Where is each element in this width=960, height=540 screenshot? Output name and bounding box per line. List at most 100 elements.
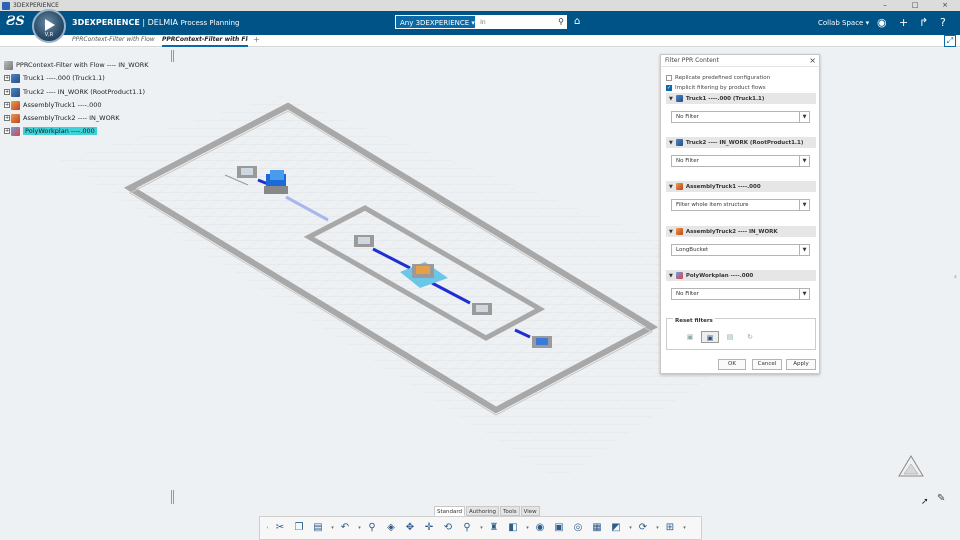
paste-icon[interactable]: ▤ xyxy=(311,521,325,535)
product-icon xyxy=(675,95,683,102)
expand-toggle[interactable]: + xyxy=(4,102,10,108)
chevron-down-icon[interactable]: ▾ xyxy=(357,521,362,535)
section-truck1[interactable]: ▼ Truck1 ----.000 (Truck1.1) xyxy=(666,93,816,104)
undo-icon[interactable]: ↶ xyxy=(338,521,352,535)
user-icon[interactable]: ◉ xyxy=(877,16,887,29)
layout-icon[interactable]: ◩ xyxy=(609,521,623,535)
search-input[interactable] xyxy=(476,15,556,29)
fit-all-icon[interactable]: ◈ xyxy=(384,521,398,535)
window-title: 3DEXPERIENCE xyxy=(13,2,59,9)
chevron-down-icon[interactable]: ▾ xyxy=(330,521,335,535)
section-tab-authoring[interactable]: Authoring xyxy=(466,506,500,516)
panel-splitter-top[interactable] xyxy=(171,50,174,62)
ds-logo-icon[interactable]: ƧS xyxy=(6,14,26,32)
cut-icon[interactable]: ✂ xyxy=(273,521,287,535)
search-icon[interactable]: ⚲ xyxy=(555,15,567,29)
filter-select-polyworkplan[interactable]: No Filter ▼ xyxy=(671,288,810,300)
filter-select-assemblytruck1[interactable]: Filter whole item structure ▼ xyxy=(671,199,810,211)
app-header: ƧS V,R 3DEXPERIENCE | DELMIA Process Pla… xyxy=(0,9,960,43)
chevron-down-icon[interactable]: ▾ xyxy=(655,521,660,535)
tree-item-assemblytruck2[interactable]: + AssemblyTruck2 ---- IN_WORK xyxy=(4,113,119,123)
add-tab-icon[interactable]: + xyxy=(253,35,260,44)
section-assemblytruck2[interactable]: ▼ AssemblyTruck2 ---- IN_WORK xyxy=(666,226,816,237)
reset-product-icon[interactable]: ▣ xyxy=(681,331,699,343)
filter-select-truck1[interactable]: No Filter ▼ xyxy=(671,111,810,123)
globe-icon[interactable]: ◉ xyxy=(533,521,547,535)
close-window-button[interactable]: × xyxy=(930,0,960,11)
tree-item-polyworkplan[interactable]: + PolyWorkplan ----.000 xyxy=(4,126,97,136)
filter-select-truck2[interactable]: No Filter ▼ xyxy=(671,155,810,167)
rotate-icon[interactable]: ⟲ xyxy=(441,521,455,535)
chevron-down-icon[interactable]: ▾ xyxy=(628,521,633,535)
copy-icon[interactable]: ❐ xyxy=(292,521,306,535)
replicate-config-option[interactable]: Replicate predefined configuration xyxy=(666,73,770,82)
eye-icon[interactable]: ◎ xyxy=(571,521,585,535)
sync-icon[interactable]: ⟳ xyxy=(636,521,650,535)
section-assemblytruck1[interactable]: ▼ AssemblyTruck1 ----.000 xyxy=(666,181,816,192)
maximize-button[interactable]: □ xyxy=(900,0,930,11)
section-truck2[interactable]: ▼ Truck2 ---- IN_WORK (RootProduct1.1) xyxy=(666,137,816,148)
reset-process-icon[interactable]: ▤ xyxy=(721,331,739,343)
tree-item-assemblytruck1[interactable]: + AssemblyTruck1 ----.000 xyxy=(4,100,102,110)
expand-toggle[interactable]: + xyxy=(4,89,10,95)
chevron-down-icon: ▼ xyxy=(799,112,809,122)
pen-icon[interactable]: ✎ xyxy=(937,493,945,504)
tree-item-truck1[interactable]: + Truck1 ----.000 (Truck1.1) xyxy=(4,73,105,83)
implicit-filtering-option[interactable]: ✓ Implicit filtering by product flows xyxy=(666,83,766,92)
tab-ppr-context-2[interactable]: PPRContext-Filter with Flo xyxy=(162,36,248,47)
chevron-left-icon[interactable]: ‹ xyxy=(954,272,957,281)
zoom-icon[interactable]: ⚲ xyxy=(365,521,379,535)
implicit-checkbox[interactable]: ✓ xyxy=(666,84,672,91)
cube-icon[interactable]: ◧ xyxy=(506,521,520,535)
chevron-down-icon[interactable]: ▾ xyxy=(682,521,687,535)
view-icon[interactable]: ▣ xyxy=(552,521,566,535)
tree-icon[interactable]: ⊞ xyxy=(663,521,677,535)
process-icon xyxy=(675,228,683,235)
robot-compass-icon[interactable] xyxy=(896,454,926,482)
pan-icon[interactable]: ✥ xyxy=(403,521,417,535)
section-tab-tools[interactable]: Tools xyxy=(500,506,520,516)
collab-space-selector[interactable]: Collab Space ▾ xyxy=(818,19,869,27)
collapse-icon[interactable]: ‹ xyxy=(265,521,270,535)
minimize-button[interactable]: – xyxy=(870,0,900,11)
robot-icon[interactable]: ♜ xyxy=(487,521,501,535)
replicate-checkbox[interactable] xyxy=(666,74,672,81)
expand-icon[interactable]: ⤢ xyxy=(944,35,956,47)
tab-bar: PPRContext-Filter with Flow PPRContext-F… xyxy=(0,35,960,47)
tree-item-truck2[interactable]: + Truck2 ---- IN_WORK (RootProduct1.1) xyxy=(4,87,145,97)
tab-ppr-context-1[interactable]: PPRContext-Filter with Flow xyxy=(72,36,158,43)
reset-system-icon[interactable]: ↻ xyxy=(741,331,759,343)
compass-icon[interactable]: V,R xyxy=(32,9,66,43)
close-icon[interactable]: × xyxy=(809,56,816,65)
expand-toggle[interactable]: + xyxy=(4,128,10,134)
search-bar: Any 3DEXPERIENCE ▾ ⚲ xyxy=(395,15,567,29)
panel-splitter-bottom[interactable] xyxy=(171,490,174,504)
filter-select-assemblytruck2[interactable]: LongBucket ▼ xyxy=(671,244,810,256)
expand-toggle[interactable]: + xyxy=(4,75,10,81)
camera-icon[interactable]: ▦ xyxy=(590,521,604,535)
section-tab-view[interactable]: View xyxy=(520,506,540,516)
product-icon xyxy=(675,139,683,146)
os-title-bar: 3DEXPERIENCE – □ × xyxy=(0,0,960,11)
section-polyworkplan[interactable]: ▼ PolyWorkplan ----.000 xyxy=(666,270,816,281)
search-icon[interactable]: ⚲ xyxy=(460,521,474,535)
tree-root[interactable]: PPRContext-Filter with Flow ---- IN_WORK xyxy=(4,60,149,70)
tag-icon[interactable]: ⌂ xyxy=(574,16,580,27)
chevron-down-icon: ▼ xyxy=(799,156,809,166)
add-icon[interactable]: + xyxy=(899,16,908,29)
cancel-button[interactable]: Cancel xyxy=(752,359,782,370)
share-icon[interactable]: ↱ xyxy=(919,16,928,29)
expand-toggle[interactable]: + xyxy=(4,115,10,121)
section-tab-standard[interactable]: Standard xyxy=(434,506,466,516)
help-icon[interactable]: ? xyxy=(940,16,946,29)
apply-button[interactable]: Apply xyxy=(786,359,816,370)
workstation-2 xyxy=(354,235,374,247)
reset-filters-group: Reset filters ▣ ▣ ▤ ↻ xyxy=(666,318,816,350)
ok-button[interactable]: OK xyxy=(718,359,746,370)
action-bar: ‹ ✂ ❐ ▤ ▾ ↶ ▾ ⚲ ◈ ✥ ✛ ⟲ ⚲ ▾ ♜ ◧ ▾ ◉ ▣ ◎ … xyxy=(259,516,702,540)
reset-resource-icon[interactable]: ▣ xyxy=(701,331,719,343)
chevron-down-icon[interactable]: ▾ xyxy=(479,521,484,535)
move-icon[interactable]: ✛ xyxy=(422,521,436,535)
chevron-down-icon[interactable]: ▾ xyxy=(525,521,530,535)
search-scope-dropdown[interactable]: Any 3DEXPERIENCE ▾ xyxy=(395,15,477,29)
